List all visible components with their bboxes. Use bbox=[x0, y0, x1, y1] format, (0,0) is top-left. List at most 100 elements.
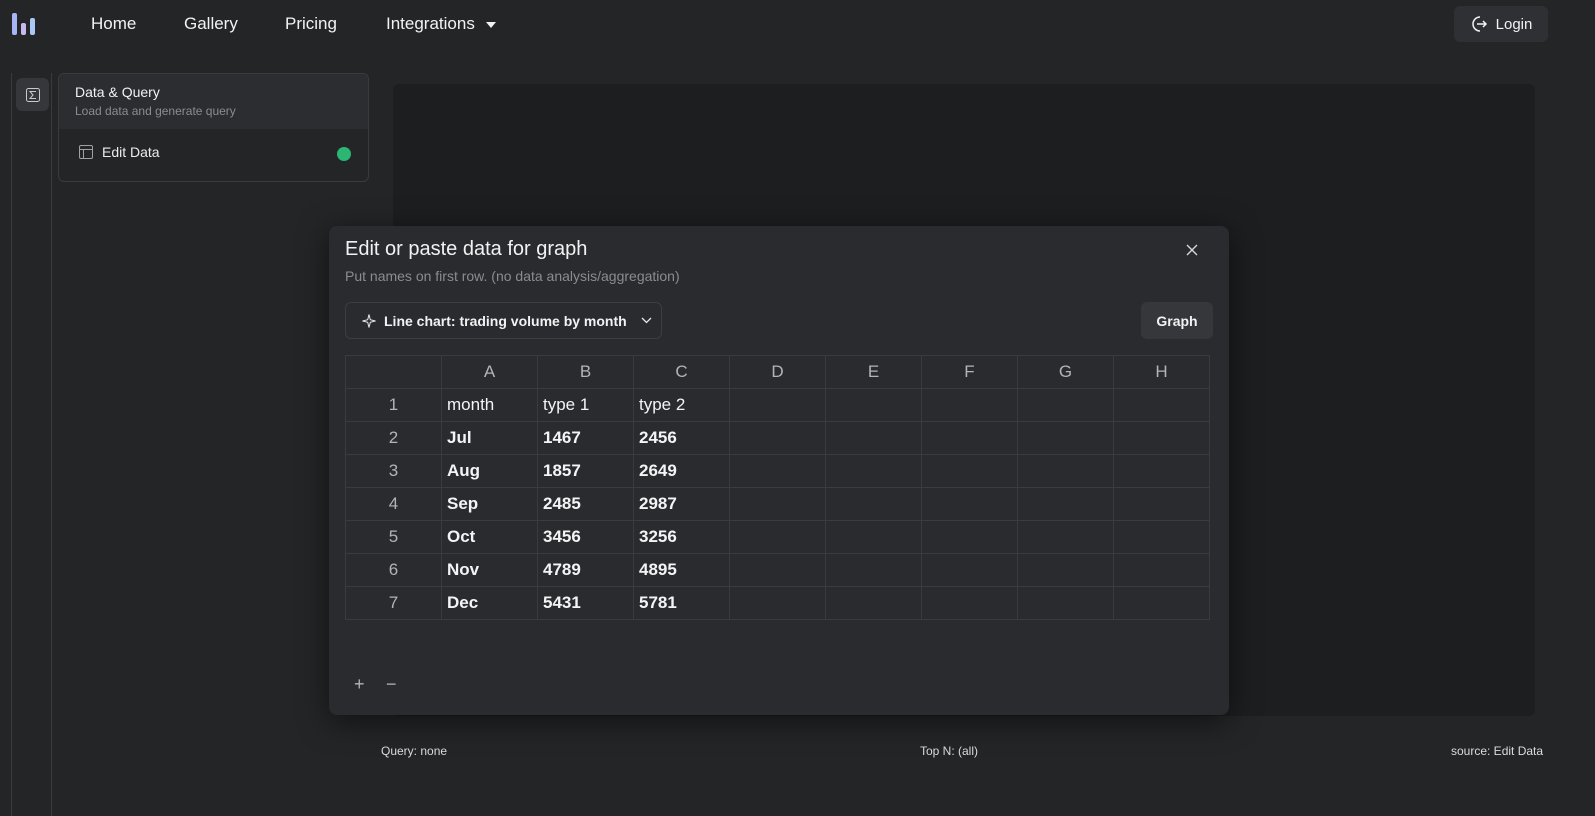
grid-cell[interactable] bbox=[825, 520, 922, 554]
grid-cell[interactable] bbox=[921, 487, 1018, 521]
grid-cell[interactable] bbox=[1017, 520, 1114, 554]
grid-cell[interactable] bbox=[729, 454, 826, 488]
grid-cell[interactable] bbox=[921, 454, 1018, 488]
grid-cell[interactable]: Oct bbox=[441, 520, 538, 554]
grid-cell[interactable]: 5431 bbox=[537, 586, 634, 620]
nav-pricing-link[interactable]: Pricing bbox=[285, 14, 337, 34]
row-number[interactable]: 6 bbox=[345, 553, 442, 587]
grid-cell[interactable] bbox=[1017, 454, 1114, 488]
grid-cell[interactable]: Aug bbox=[441, 454, 538, 488]
grid-cell[interactable]: month bbox=[441, 388, 538, 422]
grid-cell[interactable] bbox=[825, 487, 922, 521]
close-icon[interactable] bbox=[1184, 242, 1200, 258]
table-row: 6 Nov 4789 4895 bbox=[345, 553, 1210, 587]
nav-gallery-link[interactable]: Gallery bbox=[184, 14, 238, 34]
row-number[interactable]: 7 bbox=[345, 586, 442, 620]
row-number[interactable]: 5 bbox=[345, 520, 442, 554]
grid-cell[interactable]: 5781 bbox=[633, 586, 730, 620]
column-header[interactable]: H bbox=[1113, 355, 1210, 389]
grid-cell[interactable] bbox=[1113, 520, 1210, 554]
modal-title: Edit or paste data for graph bbox=[345, 238, 588, 260]
grid-cell[interactable] bbox=[825, 421, 922, 455]
table-row: 5 Oct 3456 3256 bbox=[345, 520, 1210, 554]
query-status: Query: none bbox=[381, 744, 448, 758]
grid-cell[interactable] bbox=[1113, 487, 1210, 521]
grid-cell[interactable]: 2649 bbox=[633, 454, 730, 488]
grid-cell[interactable]: 3256 bbox=[633, 520, 730, 554]
grid-cell[interactable]: type 1 bbox=[537, 388, 634, 422]
column-header[interactable]: D bbox=[729, 355, 826, 389]
row-number[interactable]: 3 bbox=[345, 454, 442, 488]
grid-cell[interactable]: 3456 bbox=[537, 520, 634, 554]
grid-cell[interactable]: type 2 bbox=[633, 388, 730, 422]
login-button[interactable]: Login bbox=[1454, 6, 1548, 42]
panel-header: Data & Query Load data and generate quer… bbox=[59, 74, 368, 129]
grid-cell[interactable]: 1857 bbox=[537, 454, 634, 488]
column-header[interactable]: G bbox=[1017, 355, 1114, 389]
grid-cell[interactable] bbox=[825, 388, 922, 422]
grid-cell[interactable] bbox=[1017, 553, 1114, 587]
grid-cell[interactable] bbox=[1113, 421, 1210, 455]
remove-row-button[interactable]: − bbox=[386, 674, 397, 695]
grid-cell[interactable]: Sep bbox=[441, 487, 538, 521]
grid-cell[interactable] bbox=[921, 586, 1018, 620]
edit-data-label: Edit Data bbox=[102, 144, 160, 160]
row-number[interactable]: 2 bbox=[345, 421, 442, 455]
grid-cell[interactable]: 2456 bbox=[633, 421, 730, 455]
grid-cell[interactable] bbox=[921, 520, 1018, 554]
nav-integrations-dropdown[interactable]: Integrations bbox=[386, 14, 496, 34]
grid-cell[interactable] bbox=[921, 421, 1018, 455]
grid-cell[interactable] bbox=[921, 553, 1018, 587]
grid-cell[interactable] bbox=[1017, 388, 1114, 422]
grid-cell[interactable] bbox=[1113, 454, 1210, 488]
grid-cell[interactable] bbox=[825, 454, 922, 488]
grid-cell[interactable]: 1467 bbox=[537, 421, 634, 455]
chart-type-select[interactable]: Line chart: trading volume by month bbox=[345, 302, 662, 339]
grid-cell[interactable] bbox=[1017, 421, 1114, 455]
grid-cell[interactable] bbox=[1113, 388, 1210, 422]
table-row: 4 Sep 2485 2987 bbox=[345, 487, 1210, 521]
grid-cell[interactable] bbox=[1113, 553, 1210, 587]
column-header[interactable]: F bbox=[921, 355, 1018, 389]
grid-cell[interactable] bbox=[1017, 487, 1114, 521]
grid-cell[interactable] bbox=[825, 586, 922, 620]
nav-integrations-label: Integrations bbox=[386, 14, 475, 33]
nav-home-link[interactable]: Home bbox=[91, 14, 136, 34]
column-header[interactable]: B bbox=[537, 355, 634, 389]
row-number[interactable]: 4 bbox=[345, 487, 442, 521]
app-logo-icon[interactable] bbox=[11, 11, 37, 37]
grid-cell[interactable]: 4789 bbox=[537, 553, 634, 587]
table-row: 1 month type 1 type 2 bbox=[345, 388, 1210, 422]
grid-cell[interactable]: 2987 bbox=[633, 487, 730, 521]
sigma-button[interactable] bbox=[16, 78, 49, 111]
column-header[interactable]: C bbox=[633, 355, 730, 389]
grid-cell[interactable] bbox=[729, 586, 826, 620]
add-row-button[interactable]: + bbox=[354, 674, 365, 695]
grid-cell[interactable] bbox=[729, 520, 826, 554]
grid-cell[interactable]: Jul bbox=[441, 421, 538, 455]
edit-data-item[interactable]: Edit Data bbox=[79, 144, 160, 160]
table-icon bbox=[79, 145, 93, 159]
grid-cell[interactable]: 4895 bbox=[633, 553, 730, 587]
grid-cell[interactable] bbox=[1113, 586, 1210, 620]
sparkle-icon bbox=[362, 313, 376, 328]
grid-cell[interactable]: Nov bbox=[441, 553, 538, 587]
grid-cell[interactable] bbox=[729, 421, 826, 455]
top-n-status: Top N: (all) bbox=[920, 744, 979, 758]
column-header[interactable]: E bbox=[825, 355, 922, 389]
source-status: source: Edit Data bbox=[1451, 744, 1544, 758]
row-number[interactable]: 1 bbox=[345, 388, 442, 422]
grid-cell[interactable] bbox=[825, 553, 922, 587]
edit-data-modal: Edit or paste data for graph Put names o… bbox=[329, 226, 1229, 715]
grid-cell[interactable] bbox=[921, 388, 1018, 422]
grid-cell[interactable] bbox=[729, 388, 826, 422]
grid-cell[interactable]: Dec bbox=[441, 586, 538, 620]
column-header[interactable]: A bbox=[441, 355, 538, 389]
grid-cell[interactable] bbox=[729, 487, 826, 521]
grid-cell[interactable] bbox=[729, 553, 826, 587]
sigma-icon bbox=[25, 87, 40, 102]
grid-cell[interactable] bbox=[1017, 586, 1114, 620]
panel-subtitle: Load data and generate query bbox=[75, 104, 236, 118]
graph-button[interactable]: Graph bbox=[1141, 302, 1213, 339]
grid-cell[interactable]: 2485 bbox=[537, 487, 634, 521]
